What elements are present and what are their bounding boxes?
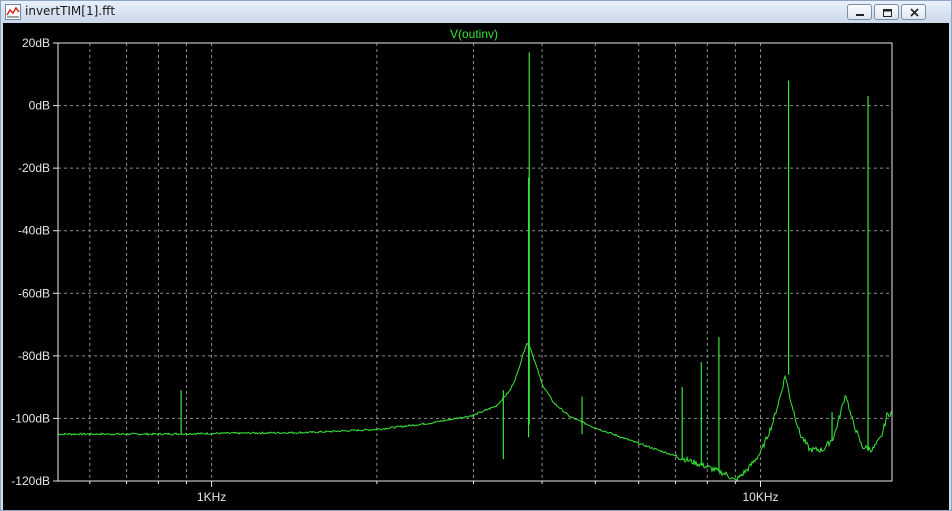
y-tick-label: -20dB bbox=[18, 161, 50, 175]
y-tick-label: -100dB bbox=[11, 411, 50, 425]
fft-chart[interactable]: V(outinv) 20dB 0dB -20dB -40dB -60dB -80dB -10… bbox=[3, 23, 949, 510]
restore-button[interactable] bbox=[874, 4, 899, 20]
x-tick-label: 10KHz bbox=[742, 490, 778, 504]
title-bar[interactable]: invertTIM[1].fft bbox=[1, 1, 951, 23]
minimize-icon bbox=[856, 14, 864, 16]
y-tick-label: 0dB bbox=[29, 99, 50, 113]
trace bbox=[57, 52, 893, 483]
y-tick-label: 20dB bbox=[22, 36, 50, 50]
restore-icon bbox=[883, 9, 892, 17]
plot-frame bbox=[57, 42, 893, 482]
waveform-icon bbox=[5, 4, 21, 20]
grid bbox=[58, 43, 892, 481]
y-tick-label: -60dB bbox=[18, 286, 50, 300]
window-title: invertTIM[1].fft bbox=[25, 4, 116, 18]
plot-area[interactable]: V(outinv) 20dB 0dB -20dB -40dB -60dB -80dB -10… bbox=[3, 23, 949, 510]
window: invertTIM[1].fft V(outinv) 20dB 0dB -20dB -… bbox=[0, 0, 952, 511]
y-tick-label: -40dB bbox=[18, 224, 50, 238]
y-tick-label: -80dB bbox=[18, 349, 50, 363]
y-tick-label: -120dB bbox=[11, 474, 50, 488]
x-tick-label: 1KHz bbox=[197, 490, 226, 504]
close-button[interactable] bbox=[901, 4, 926, 20]
minimize-button[interactable] bbox=[847, 4, 872, 20]
series-line bbox=[57, 342, 893, 483]
axes bbox=[53, 42, 893, 487]
close-icon bbox=[910, 8, 919, 17]
chart-title: V(outinv) bbox=[450, 27, 498, 41]
